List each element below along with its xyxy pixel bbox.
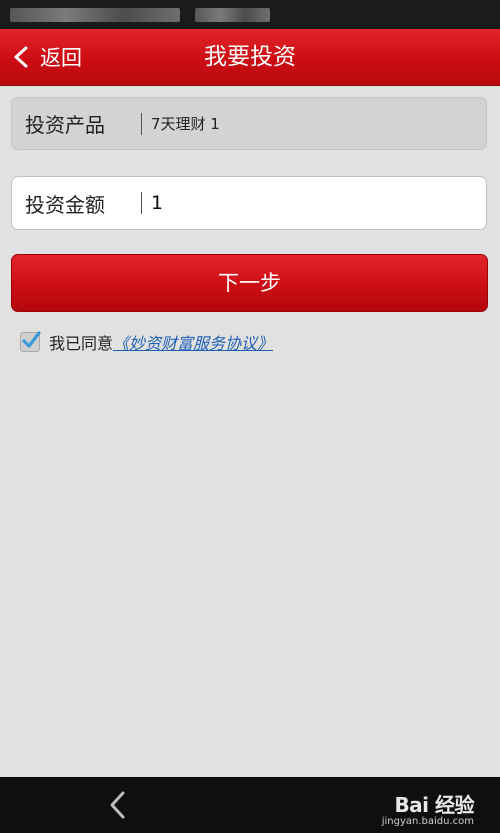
agreement-checkbox[interactable]	[20, 331, 41, 352]
system-nav-bar: Bai 经验 jingyan.baidu.com	[0, 777, 500, 833]
status-bar	[0, 0, 500, 29]
chevron-left-icon	[14, 46, 28, 68]
baidu-jingyan-watermark: Bai 经验 jingyan.baidu.com	[381, 789, 475, 827]
checkmark-icon	[22, 331, 41, 348]
back-button[interactable]: 返回	[12, 37, 102, 77]
next-step-button[interactable]: 下一步	[11, 254, 488, 312]
service-agreement-link[interactable]: 《妙资财富服务协议》	[113, 330, 273, 354]
investment-product-row: 投资产品 7天理财 1	[11, 97, 487, 150]
status-blur-indicators	[195, 8, 270, 22]
agreement-prefix: 我已同意	[49, 334, 114, 353]
field-divider	[141, 112, 142, 135]
watermark-brand: Bai 经验	[394, 793, 474, 817]
investment-amount-input[interactable]	[151, 192, 471, 214]
investment-product-value: 7天理财 1	[151, 115, 220, 133]
investment-amount-row[interactable]: 投资金额	[11, 176, 487, 230]
investment-product-label: 投资产品	[25, 113, 105, 137]
back-label: 返回	[40, 46, 82, 70]
nav-bar: 我要投资 返回	[0, 29, 500, 86]
system-back-icon[interactable]	[103, 789, 133, 821]
status-blur-notifications	[10, 8, 180, 22]
agreement-row: 我已同意 《妙资财富服务协议》	[20, 330, 273, 354]
investment-amount-label: 投资金额	[25, 192, 105, 217]
watermark-url: jingyan.baidu.com	[381, 816, 474, 827]
field-divider	[141, 192, 142, 214]
